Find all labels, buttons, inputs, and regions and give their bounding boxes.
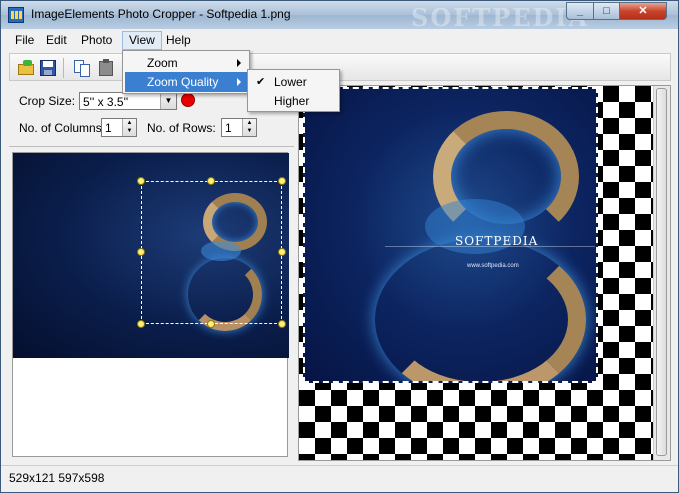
menu-file[interactable]: File <box>9 32 40 48</box>
save-icon[interactable] <box>38 58 58 78</box>
resize-handle[interactable] <box>278 177 286 185</box>
window-title: ImageElements Photo Cropper - Softpedia … <box>31 7 291 21</box>
zoom-quality-submenu: ✔ Lower Higher <box>247 69 340 112</box>
image-canvas[interactable]: SOFTPEDIA www.softpedia.com <box>298 85 671 461</box>
menu-help[interactable]: Help <box>160 32 197 48</box>
close-button[interactable]: ✕ <box>619 2 667 20</box>
toolbar <box>9 53 671 81</box>
resize-handle[interactable] <box>207 177 215 185</box>
watermark-text: SOFTPEDIA <box>411 3 590 32</box>
spin-arrows-icon[interactable]: ▲ ▼ <box>242 119 256 136</box>
resize-handle[interactable] <box>278 320 286 328</box>
chevron-down-icon[interactable]: ▼ <box>160 93 176 109</box>
copy-icon[interactable] <box>72 58 92 78</box>
rows-label: No. of Rows: <box>147 121 216 135</box>
columns-value: 1 <box>105 121 112 135</box>
spin-arrows-icon[interactable]: ▲ ▼ <box>122 119 136 136</box>
paste-icon[interactable] <box>96 58 116 78</box>
thumbnail-view[interactable] <box>12 152 289 457</box>
scrollbar-thumb[interactable] <box>656 88 667 456</box>
columns-stepper[interactable]: 1 ▲ ▼ <box>101 118 137 137</box>
thumbnail-image <box>13 153 289 358</box>
columns-label: No. of Columns: <box>19 121 106 135</box>
submenu-arrow-icon <box>237 78 241 86</box>
app-icon <box>8 7 24 23</box>
submenu-arrow-icon <box>237 59 241 67</box>
image-url-text: www.softpedia.com <box>467 263 519 269</box>
app-window: ImageElements Photo Cropper - Softpedia … <box>0 0 679 493</box>
maximize-button[interactable]: □ <box>593 2 620 20</box>
resize-handle[interactable] <box>278 248 286 256</box>
crop-size-select[interactable]: 5'' x 3.5'' ▼ <box>79 92 177 110</box>
image-brand-text: SOFTPEDIA <box>455 234 539 248</box>
view-menu-dropdown: Zoom Zoom Quality <box>122 50 250 94</box>
rows-stepper[interactable]: 1 ▲ ▼ <box>221 118 257 137</box>
menu-item-zoom-quality[interactable]: Zoom Quality <box>125 72 247 92</box>
menu-view[interactable]: View <box>122 31 162 50</box>
resize-handle[interactable] <box>137 248 145 256</box>
status-bar: 529x121 597x598 <box>1 465 678 492</box>
rows-value: 1 <box>225 121 232 135</box>
resize-handle[interactable] <box>207 320 215 328</box>
open-folder-icon[interactable] <box>16 58 36 78</box>
vertical-scrollbar[interactable] <box>653 86 670 460</box>
menu-edit[interactable]: Edit <box>40 32 73 48</box>
menu-item-higher[interactable]: Higher <box>250 91 337 111</box>
menu-item-zoom[interactable]: Zoom <box>125 53 247 73</box>
crop-size-value: 5'' x 3.5'' <box>83 95 129 109</box>
crop-size-label: Crop Size: <box>19 94 76 108</box>
preview-image: SOFTPEDIA www.softpedia.com <box>303 87 598 383</box>
resize-handle[interactable] <box>137 177 145 185</box>
minimize-button[interactable]: _ <box>566 2 594 20</box>
divider <box>9 146 294 147</box>
resize-handle[interactable] <box>137 320 145 328</box>
title-bar[interactable]: ImageElements Photo Cropper - Softpedia … <box>1 1 678 32</box>
crop-settings-panel: Crop Size: 5'' x 3.5'' ▼ No. of Columns:… <box>9 85 294 461</box>
menu-photo[interactable]: Photo <box>75 32 118 48</box>
menu-item-lower[interactable]: ✔ Lower <box>250 72 337 92</box>
menu-bar: File Edit Photo View Help <box>1 29 678 50</box>
status-text: 529x121 597x598 <box>9 471 105 485</box>
crop-selection-box[interactable] <box>141 181 282 324</box>
crop-color-indicator[interactable] <box>181 93 195 107</box>
checkmark-icon: ✔ <box>256 76 266 88</box>
